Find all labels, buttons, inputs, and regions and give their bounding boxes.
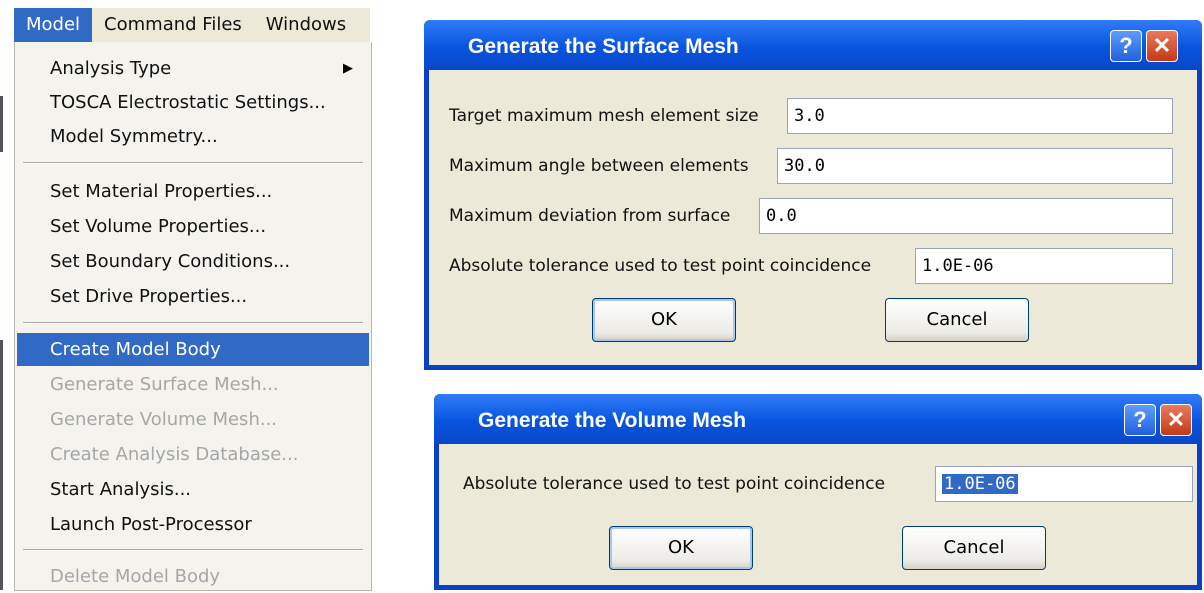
menu-item-set-volume-properties[interactable]: Set Volume Properties... bbox=[17, 210, 369, 243]
menu-item-create-model-body[interactable]: Create Model Body bbox=[17, 333, 369, 366]
max-angle-input[interactable]: 30.0 bbox=[777, 148, 1173, 184]
volume-dialog-body: Absolute tolerance used to test point co… bbox=[439, 444, 1197, 585]
target-size-input[interactable]: 3.0 bbox=[787, 98, 1173, 134]
question-mark-icon[interactable]: ? bbox=[1110, 30, 1142, 62]
max-deviation-label: Maximum deviation from surface bbox=[449, 206, 731, 226]
dialog-title: Generate the Volume Mesh bbox=[478, 409, 747, 432]
ok-button[interactable]: OK bbox=[592, 298, 736, 342]
close-icon[interactable]: ✕ bbox=[1146, 30, 1178, 62]
tolerance-input[interactable]: 1.0E-06 bbox=[935, 466, 1193, 502]
menu-item-set-material-properties[interactable]: Set Material Properties... bbox=[17, 175, 369, 208]
menu-item-tosca-electrostatic-settings[interactable]: TOSCA Electrostatic Settings... bbox=[17, 86, 369, 119]
max-angle-label: Maximum angle between elements bbox=[449, 156, 749, 176]
submenu-arrow-icon: ▶ bbox=[343, 61, 353, 76]
menu-item-start-analysis[interactable]: Start Analysis... bbox=[17, 473, 369, 506]
close-icon[interactable]: ✕ bbox=[1160, 404, 1192, 436]
selected-text: 1.0E-06 bbox=[942, 474, 1018, 494]
question-mark-icon[interactable]: ? bbox=[1124, 404, 1156, 436]
menu-separator bbox=[23, 322, 363, 324]
cancel-button[interactable]: Cancel bbox=[902, 526, 1046, 570]
menu-separator bbox=[23, 549, 363, 551]
window-edge bbox=[0, 340, 3, 590]
volume-dialog-titlebar[interactable]: Generate the Volume Mesh ? ✕ bbox=[434, 394, 1202, 444]
ok-button[interactable]: OK bbox=[609, 526, 753, 570]
menu-item-label: Analysis Type bbox=[50, 58, 172, 79]
cancel-button[interactable]: Cancel bbox=[885, 298, 1029, 342]
tolerance-label: Absolute tolerance used to test point co… bbox=[449, 256, 872, 276]
volume-mesh-dialog: Generate the Volume Mesh ? ✕ Absolute to… bbox=[434, 394, 1202, 590]
menu-item-launch-post-processor[interactable]: Launch Post-Processor bbox=[17, 508, 369, 541]
model-dropdown-menu: Analysis Type ▶ TOSCA Electrostatic Sett… bbox=[14, 42, 372, 591]
menu-separator bbox=[23, 162, 363, 164]
surface-dialog-body: Target maximum mesh element size 3.0 Max… bbox=[429, 70, 1197, 365]
menu-windows[interactable]: Windows bbox=[254, 8, 358, 42]
menu-item-model-symmetry[interactable]: Model Symmetry... bbox=[17, 120, 369, 153]
menu-item-generate-volume-mesh: Generate Volume Mesh... bbox=[50, 409, 278, 430]
max-deviation-input[interactable]: 0.0 bbox=[759, 198, 1173, 234]
menu-item-analysis-type[interactable]: Analysis Type ▶ bbox=[17, 52, 369, 85]
menu-item-delete-model-body: Delete Model Body bbox=[50, 566, 221, 587]
window-edge bbox=[0, 96, 3, 152]
surface-dialog-titlebar[interactable]: Generate the Surface Mesh ? ✕ bbox=[424, 20, 1202, 70]
menu-item-set-drive-properties[interactable]: Set Drive Properties... bbox=[17, 280, 369, 313]
target-size-label: Target maximum mesh element size bbox=[449, 106, 759, 126]
tolerance-label: Absolute tolerance used to test point co… bbox=[463, 474, 886, 494]
surface-mesh-dialog: Generate the Surface Mesh ? ✕ Target max… bbox=[424, 20, 1202, 370]
menu-command-files[interactable]: Command Files bbox=[92, 8, 254, 42]
menu-item-set-boundary-conditions[interactable]: Set Boundary Conditions... bbox=[17, 245, 369, 278]
tolerance-input[interactable]: 1.0E-06 bbox=[915, 248, 1173, 284]
menu-model[interactable]: Model bbox=[14, 8, 93, 42]
menu-item-create-analysis-database: Create Analysis Database... bbox=[50, 444, 299, 465]
menu-item-generate-surface-mesh: Generate Surface Mesh... bbox=[50, 374, 279, 395]
menu-bar: Model Command Files Windows bbox=[14, 8, 370, 42]
dialog-title: Generate the Surface Mesh bbox=[468, 35, 739, 58]
